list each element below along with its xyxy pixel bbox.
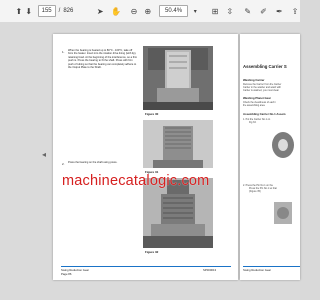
heading-washing-carrier: Washing Carrier bbox=[243, 78, 265, 82]
figure-30-caption: Figure 30 bbox=[145, 112, 159, 116]
footer-rule bbox=[243, 266, 300, 267]
page-down-icon[interactable]: ⬇ bbox=[24, 6, 34, 16]
footer-page-number: Page 86 bbox=[61, 272, 72, 276]
step-2-text: Press the bearing on the shaft using pre… bbox=[68, 161, 118, 164]
carrier-part-image bbox=[270, 130, 296, 160]
share-icon[interactable]: ⇪ bbox=[290, 6, 300, 16]
figure-30-image bbox=[143, 46, 213, 110]
pdf-toolbar: ⬆ ⬇ 155 / 826 ➤ ✋ ⊖ ⊕ 50.4% ▾ ⊞ ⇳ ✎ ✐ ✒ … bbox=[0, 0, 300, 23]
pen-icon[interactable]: ✐ bbox=[259, 6, 269, 16]
footer-title: Swing Reduction Gear bbox=[243, 268, 271, 272]
page-separator: / bbox=[58, 8, 61, 14]
fit-page-icon[interactable]: ⊞ bbox=[210, 6, 220, 16]
zoom-level-select[interactable]: 50.4% bbox=[158, 5, 189, 17]
page-number-input[interactable]: 155 bbox=[37, 5, 56, 17]
text-line: Carrier is washed, you must clean bbox=[243, 89, 280, 92]
zoom-out-icon[interactable]: ⊖ bbox=[129, 6, 139, 16]
step-1-text: When the bearing is heated up to 80°C - … bbox=[68, 49, 138, 70]
previous-page-arrow-icon[interactable]: ◂ bbox=[42, 150, 46, 159]
heading-washing-planet-gear: Washing Planet Gear bbox=[243, 96, 271, 100]
pdf-page-right: Assembling Carrier S Washing Carrier Rem… bbox=[240, 34, 300, 280]
watermark-text: machinecatalogic.com bbox=[62, 173, 210, 189]
scroll-mode-icon[interactable]: ⇳ bbox=[225, 6, 235, 16]
zoom-in-icon[interactable]: ⊕ bbox=[143, 6, 153, 16]
highlight-icon[interactable]: ✒ bbox=[274, 6, 284, 16]
footer-doc-code: SP000013 bbox=[203, 268, 217, 272]
zoom-dropdown-icon[interactable]: ▾ bbox=[190, 6, 200, 16]
step-text: (Figure 35) bbox=[249, 190, 261, 193]
comment-icon[interactable]: ✎ bbox=[243, 6, 253, 16]
heading-assembling-carrier: Assembling Carrier No.1 Assem bbox=[243, 112, 286, 116]
pdf-page-left: 1. When the bearing is heated up to 80°C… bbox=[53, 34, 238, 280]
step-2-number: 2. bbox=[62, 162, 65, 166]
page-up-icon[interactable]: ⬆ bbox=[14, 6, 24, 16]
select-cursor-icon[interactable]: ➤ bbox=[95, 6, 105, 16]
page-total: 826 bbox=[63, 8, 74, 14]
footer-rule bbox=[61, 266, 231, 267]
figure-32-caption: Figure 32 bbox=[145, 250, 159, 254]
section-title: Assembling Carrier S bbox=[243, 64, 287, 69]
step-text: Fig 33. bbox=[249, 121, 257, 124]
hand-tool-icon[interactable]: ✋ bbox=[111, 6, 121, 16]
step-1-number: 1. bbox=[62, 50, 65, 54]
step-text: 1. Put the Carrier No.1 on bbox=[243, 118, 271, 121]
figure-31-image bbox=[143, 120, 213, 168]
document-canvas[interactable]: ◂ 1. When the bearing is heated up to 80… bbox=[0, 22, 300, 300]
text-line: the assembling area. bbox=[243, 104, 266, 107]
pin-part-image bbox=[270, 198, 296, 228]
